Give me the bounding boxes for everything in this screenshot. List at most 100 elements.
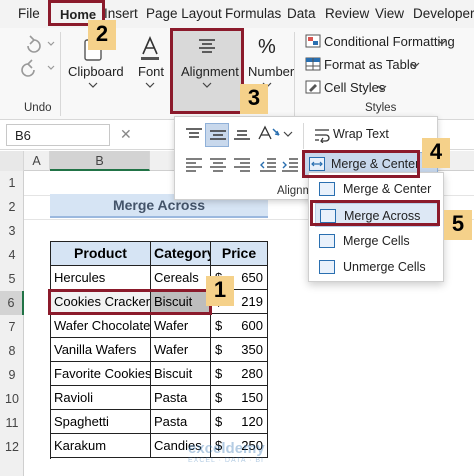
- row-header[interactable]: 12: [0, 435, 24, 459]
- currency-symbol: $: [215, 366, 223, 381]
- tab-file[interactable]: File: [18, 6, 40, 21]
- product-cell[interactable]: Ravioli: [51, 386, 151, 410]
- highlight-merge-center: [302, 150, 420, 178]
- product-cell[interactable]: Favorite Cookies: [51, 362, 151, 386]
- font-button[interactable]: Font: [138, 64, 164, 79]
- select-all-corner[interactable]: [0, 151, 24, 171]
- category-cell[interactable]: Pasta: [151, 410, 211, 434]
- price-cell[interactable]: $150: [211, 386, 268, 410]
- product-cell[interactable]: Wafer Chocolate: [51, 314, 151, 338]
- row-header[interactable]: 8: [0, 339, 24, 363]
- group-label-alignment: Alignm: [277, 185, 313, 197]
- format-as-table-button[interactable]: Format as Table: [324, 57, 417, 72]
- price-value: 600: [241, 318, 263, 333]
- redo-icon[interactable]: [20, 58, 60, 78]
- currency-symbol: $: [215, 318, 223, 333]
- price-value: 120: [241, 414, 263, 429]
- tab-formulas[interactable]: Formulas: [225, 6, 281, 21]
- row-header[interactable]: 4: [0, 243, 24, 267]
- category-cell[interactable]: Wafer: [151, 338, 211, 362]
- align-left-icon[interactable]: [185, 157, 203, 173]
- menu-item-unmerge-cells[interactable]: Unmerge Cells: [315, 255, 439, 279]
- menu-item-merge-cells[interactable]: Merge Cells: [315, 229, 439, 253]
- conditional-formatting-icon: [305, 34, 321, 48]
- product-cell[interactable]: Vanilla Wafers: [51, 338, 151, 362]
- merge-center-icon: [319, 182, 335, 196]
- number-button[interactable]: Number: [248, 64, 294, 79]
- wrap-text-icon: [315, 129, 330, 143]
- price-cell[interactable]: $600: [211, 314, 268, 338]
- merge-dropdown: Merge & Center Merge Across Merge Cells …: [308, 172, 444, 282]
- chevron-down-icon: [410, 62, 420, 68]
- orientation-icon[interactable]: [257, 125, 283, 143]
- chevron-down-icon: [88, 82, 98, 88]
- bottom-align-icon[interactable]: [233, 127, 251, 143]
- header-price[interactable]: Price: [211, 242, 268, 266]
- tab-insert[interactable]: Insert: [104, 6, 138, 21]
- wrap-text-button[interactable]: Wrap Text: [333, 127, 389, 141]
- highlight-selected-cells: [48, 289, 212, 315]
- font-icon[interactable]: [138, 36, 162, 62]
- row-header[interactable]: 7: [0, 315, 24, 339]
- clipboard-button[interactable]: Clipboard: [68, 64, 124, 79]
- menu-item-merge-center[interactable]: Merge & Center: [315, 177, 439, 201]
- top-align-icon[interactable]: [185, 127, 203, 143]
- chevron-down-icon: [437, 39, 447, 45]
- chevron-down-icon: [377, 85, 387, 91]
- category-cell[interactable]: Biscuit: [151, 362, 211, 386]
- conditional-formatting-button[interactable]: Conditional Formatting: [324, 34, 455, 49]
- decrease-indent-icon[interactable]: [259, 157, 277, 173]
- middle-align-icon: [210, 130, 226, 140]
- tab-review[interactable]: Review: [325, 6, 369, 21]
- row-header[interactable]: 9: [0, 363, 24, 387]
- header-category[interactable]: Category: [151, 242, 211, 266]
- chevron-down-icon: [283, 131, 293, 137]
- align-right-icon[interactable]: [233, 157, 251, 173]
- product-table: Product Category Price HerculesCereals$6…: [50, 241, 268, 459]
- step-badge-2: 2: [88, 20, 116, 50]
- name-box-value: B6: [15, 128, 31, 143]
- category-cell[interactable]: Wafer: [151, 314, 211, 338]
- category-cell[interactable]: Cereals: [151, 266, 211, 290]
- category-cell[interactable]: Pasta: [151, 386, 211, 410]
- chevron-down-icon: [145, 82, 155, 88]
- product-cell[interactable]: Spaghetti: [51, 410, 151, 434]
- merge-cells-icon: [319, 234, 335, 248]
- tab-data[interactable]: Data: [287, 6, 316, 21]
- row-header[interactable]: 1: [0, 171, 24, 195]
- price-value: 280: [241, 366, 263, 381]
- divider: [303, 123, 304, 149]
- row-header[interactable]: 2: [0, 195, 24, 219]
- undo-icon[interactable]: [20, 34, 60, 54]
- currency-symbol: $: [215, 414, 223, 429]
- tab-view[interactable]: View: [375, 6, 404, 21]
- format-as-table-icon: [305, 57, 321, 71]
- increase-indent-icon[interactable]: [281, 157, 299, 173]
- tab-developer[interactable]: Developer: [413, 6, 474, 21]
- price-value: 219: [241, 294, 263, 309]
- tab-page-layout[interactable]: Page Layout: [146, 6, 222, 21]
- row-header[interactable]: 3: [0, 219, 24, 243]
- cancel-icon[interactable]: ✕: [120, 126, 132, 143]
- price-cell[interactable]: $350: [211, 338, 268, 362]
- step-badge-1: 1: [206, 276, 234, 306]
- product-cell[interactable]: Hercules: [51, 266, 151, 290]
- row-header[interactable]: 10: [0, 387, 24, 411]
- price-cell[interactable]: $120: [211, 410, 268, 434]
- watermark-name: exceldemy: [188, 440, 265, 457]
- percent-icon[interactable]: %: [258, 36, 276, 59]
- group-label-styles: Styles: [365, 102, 397, 114]
- header-product[interactable]: Product: [51, 242, 151, 266]
- middle-align-button[interactable]: [205, 123, 229, 147]
- price-value: 650: [241, 270, 263, 285]
- row-header[interactable]: 6: [0, 291, 24, 315]
- column-header-b[interactable]: B: [50, 151, 150, 171]
- row-header[interactable]: 5: [0, 267, 24, 291]
- column-header-a[interactable]: A: [24, 151, 50, 171]
- row-header[interactable]: 11: [0, 411, 24, 435]
- name-box[interactable]: B6: [6, 124, 110, 146]
- step-badge-4: 4: [422, 138, 450, 168]
- align-middle-icon[interactable]: [209, 157, 227, 173]
- product-cell[interactable]: Karakum: [51, 434, 151, 458]
- price-cell[interactable]: $280: [211, 362, 268, 386]
